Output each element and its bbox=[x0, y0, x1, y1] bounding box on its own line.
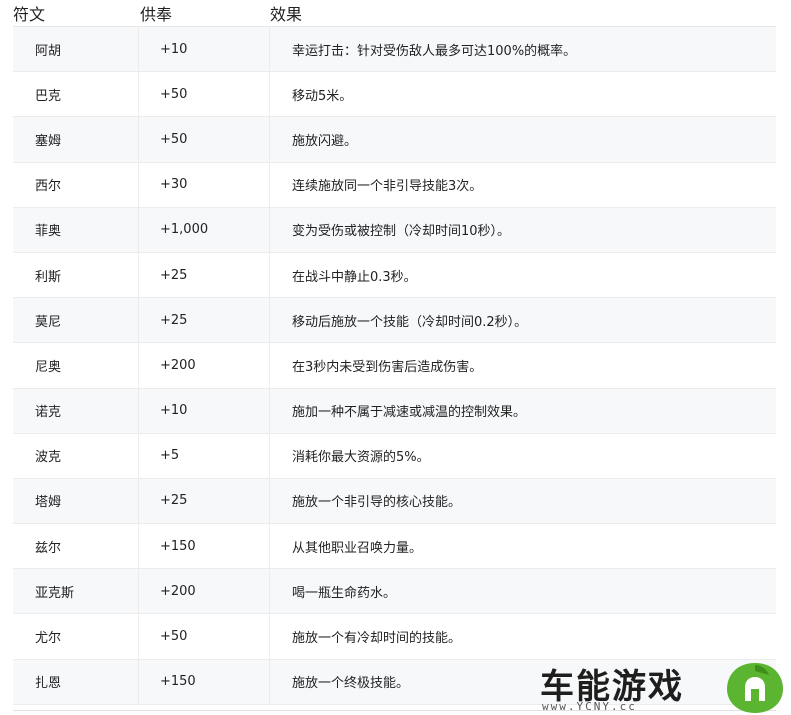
effect-cell: 从其他职业召唤力量。 bbox=[292, 540, 423, 556]
offering-cell: +25 bbox=[139, 298, 270, 343]
rune-cell: 兹尔 bbox=[13, 524, 139, 569]
effect-cell: 施放闪避。 bbox=[292, 133, 358, 149]
offering-cell: +50 bbox=[139, 614, 270, 659]
table-row: 波克 +5 消耗你最大资源的5%。 bbox=[13, 433, 776, 479]
effect-cell: 在战斗中静止0.3秒。 bbox=[292, 269, 417, 285]
rune-table: 阿胡 +10 幸运打击：针对受伤敌人最多可达100%的概率。 巴克 +50 移动5米。 塞姆… bbox=[13, 26, 776, 705]
table-row: 巴克 +50 移动5米。 bbox=[13, 72, 776, 118]
watermark-url: www.YCNY.cc bbox=[542, 700, 637, 713]
offering-cell: +200 bbox=[139, 569, 270, 614]
table-row: 利斯 +25 在战斗中静止0.3秒。 bbox=[13, 252, 776, 299]
offering-cell: +1,000 bbox=[139, 207, 270, 252]
table-row: 塔姆 +25 施放一个非引导的核心技能。 bbox=[13, 478, 776, 525]
table-row: 塞姆 +50 施放闪避。 bbox=[13, 117, 776, 163]
rune-cell: 亚克斯 bbox=[13, 569, 139, 614]
offering-cell: +150 bbox=[139, 524, 270, 569]
effect-cell: 移动5米。 bbox=[292, 88, 353, 104]
rune-cell: 诺克 bbox=[13, 388, 139, 433]
table-row: 西尔 +30 连续施放同一个非引导技能3次。 bbox=[13, 162, 776, 208]
table-row: 阿胡 +10 幸运打击：针对受伤敌人最多可达100%的概率。 bbox=[13, 27, 776, 73]
rune-cell: 尼奥 bbox=[13, 343, 139, 388]
table-row: 菲奥 +1,000 变为受伤或被控制（冷却时间10秒）。 bbox=[13, 207, 776, 253]
table-row: 莫尼 +25 移动后施放一个技能（冷却时间0.2秒）。 bbox=[13, 298, 776, 344]
rune-cell: 利斯 bbox=[13, 252, 139, 298]
effect-cell: 幸运打击：针对受伤敌人最多可达100%的概率。 bbox=[292, 43, 577, 59]
offering-cell: +200 bbox=[139, 343, 270, 388]
table-row: 尤尔 +50 施放一个有冷却时间的技能。 bbox=[13, 614, 776, 660]
rune-cell: 尤尔 bbox=[13, 614, 139, 659]
leaf-logo-icon bbox=[727, 663, 783, 713]
table-row: 诺克 +10 施加一种不属于减速或减温的控制效果。 bbox=[13, 388, 776, 434]
watermark: 车能游戏 www.YCNY.cc bbox=[540, 655, 791, 715]
rune-cell: 阿胡 bbox=[13, 27, 139, 72]
header-effect: 效果 bbox=[270, 5, 303, 24]
rune-cell: 菲奥 bbox=[13, 207, 139, 252]
table-row: 兹尔 +150 从其他职业召唤力量。 bbox=[13, 524, 776, 570]
offering-cell: +10 bbox=[139, 27, 270, 72]
rune-cell: 扎恩 bbox=[13, 659, 139, 704]
offering-cell: +50 bbox=[139, 72, 270, 117]
effect-cell: 施加一种不属于减速或减温的控制效果。 bbox=[292, 405, 527, 421]
header-offering: 供奉 bbox=[140, 5, 173, 24]
effect-cell: 移动后施放一个技能（冷却时间0.2秒）。 bbox=[292, 314, 528, 330]
effect-cell: 变为受伤或被控制（冷却时间10秒）。 bbox=[292, 224, 511, 240]
effect-cell: 连续施放同一个非引导技能3次。 bbox=[292, 179, 483, 195]
rune-cell: 塔姆 bbox=[13, 478, 139, 524]
offering-cell: +30 bbox=[139, 162, 270, 207]
rune-cell: 波克 bbox=[13, 433, 139, 478]
offering-cell: +50 bbox=[139, 117, 270, 162]
offering-cell: +150 bbox=[139, 659, 270, 704]
rune-cell: 莫尼 bbox=[13, 298, 139, 343]
rune-cell: 巴克 bbox=[13, 72, 139, 117]
effect-cell: 在3秒内未受到伤害后造成伤害。 bbox=[292, 359, 483, 375]
effect-cell: 消耗你最大资源的5%。 bbox=[292, 450, 430, 466]
offering-cell: +5 bbox=[139, 433, 270, 478]
effect-cell: 喝一瓶生命药水。 bbox=[292, 585, 397, 601]
effect-cell: 施放一个非引导的核心技能。 bbox=[292, 495, 462, 511]
rune-cell: 塞姆 bbox=[13, 117, 139, 162]
table-row: 亚克斯 +200 喝一瓶生命药水。 bbox=[13, 569, 776, 615]
offering-cell: +10 bbox=[139, 388, 270, 433]
table-row: 尼奥 +200 在3秒内未受到伤害后造成伤害。 bbox=[13, 343, 776, 389]
header-rune: 符文 bbox=[13, 5, 46, 24]
offering-cell: +25 bbox=[139, 478, 270, 524]
rune-cell: 西尔 bbox=[13, 162, 139, 207]
effect-cell: 施放一个有冷却时间的技能。 bbox=[292, 631, 462, 647]
offering-cell: +25 bbox=[139, 252, 270, 298]
table-header: 符文 供奉 效果 bbox=[0, 0, 791, 26]
